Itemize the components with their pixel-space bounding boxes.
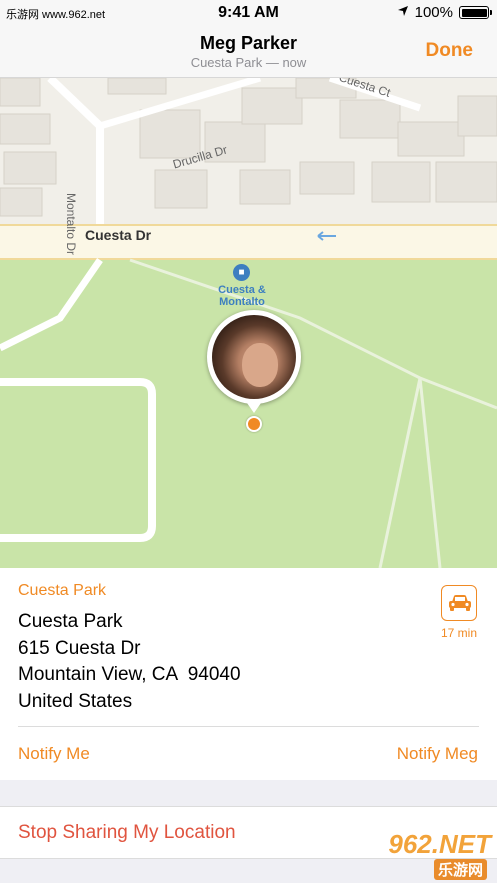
street-label-cuesta: Cuesta Dr (85, 227, 152, 243)
watermark-sub: 乐游网 (433, 859, 487, 880)
divider (18, 726, 479, 727)
location-card: Cuesta Park Cuesta Park 615 Cuesta Dr Mo… (0, 568, 497, 780)
watermark-logo: 962.NET (388, 829, 491, 859)
address-line: United States (18, 690, 133, 712)
bus-stop-icon[interactable]: ■ (233, 264, 250, 281)
page-subtitle: Cuesta Park — now (190, 55, 307, 70)
status-bar: 乐游网 www.962.net 9:41 AM 100% (0, 0, 497, 26)
map-view[interactable]: Cuesta Dr Drucilla Dr Montalto Dr Cuesta… (0, 78, 497, 568)
address-line: Cuesta Park (18, 611, 123, 632)
location-dot (246, 416, 262, 432)
address-block: Cuesta Park 615 Cuesta Dr Mountain View,… (18, 609, 241, 715)
watermark: 962.NET 乐游网 (359, 829, 491, 881)
street-label-montalto: Montalto Dr (64, 193, 78, 256)
battery-icon (459, 6, 492, 19)
status-right: 100% (397, 4, 492, 21)
navigation-bar: Meg Parker Cuesta Park — now Done (0, 26, 497, 78)
directions-button[interactable] (441, 585, 477, 621)
avatar-face (242, 343, 278, 387)
avatar-pin[interactable] (207, 310, 301, 413)
location-arrow-icon (397, 4, 409, 21)
poi-label[interactable]: Cuesta & Montalto (200, 284, 284, 308)
car-icon (449, 595, 471, 611)
address-line: 615 Cuesta Dr (18, 637, 141, 659)
stop-sharing-button[interactable]: Stop Sharing My Location (18, 822, 236, 844)
avatar (212, 315, 296, 399)
drive-time: 17 min (440, 626, 478, 640)
notify-meg-button[interactable]: Notify Meg (397, 744, 478, 764)
place-name: Cuesta Park (18, 582, 107, 599)
page-title: Meg Parker (199, 33, 298, 53)
done-button[interactable]: Done (426, 40, 474, 62)
battery-percent: 100% (414, 4, 453, 21)
address-line: Mountain View, CA 94040 (18, 664, 241, 685)
notify-me-button[interactable]: Notify Me (18, 744, 90, 764)
